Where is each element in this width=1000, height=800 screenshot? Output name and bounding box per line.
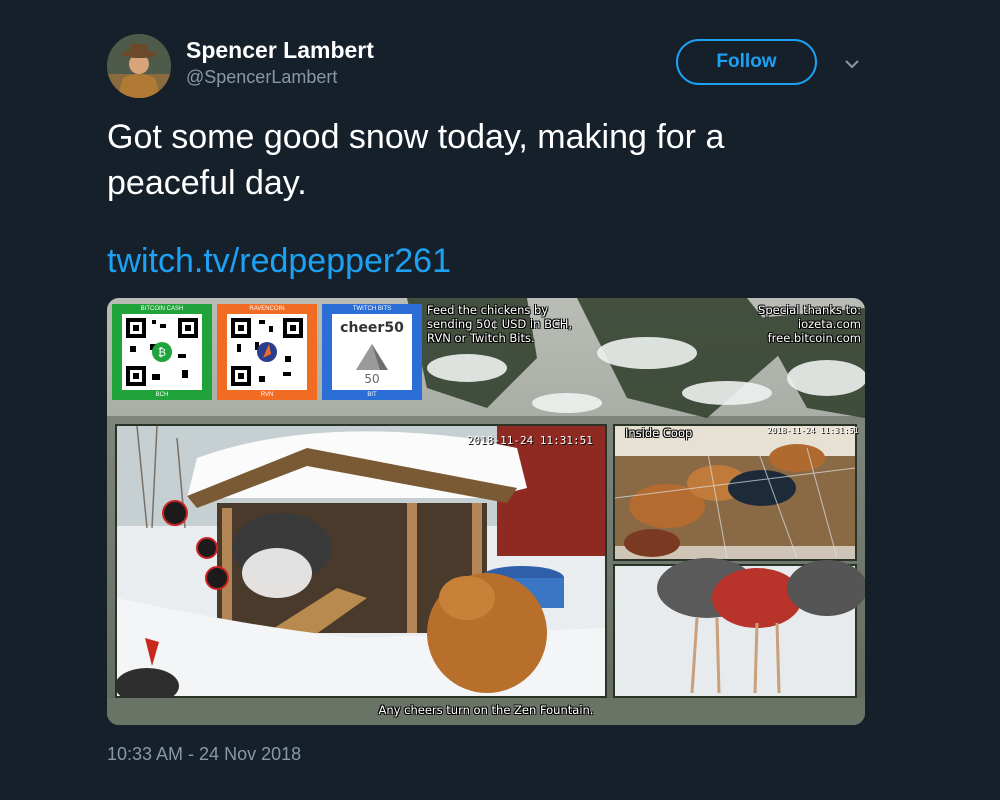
rvn-qr-card: RAVENCOIN RVN [217, 304, 317, 400]
qr-card-footer: RVN [260, 392, 274, 398]
author-handle[interactable]: @SpencerLambert [186, 67, 337, 88]
coop-cam-label: Inside Coop [625, 426, 693, 440]
tweet-media[interactable]: BITCOIN CASH ₿ BCH RAVENCOIN RVN TWITCH … [107, 298, 865, 725]
tweet-link[interactable]: twitch.tv/redpepper261 [107, 242, 451, 281]
avatar[interactable] [107, 34, 171, 98]
media-footer-text: Any cheers turn on the Zen Fountain. [378, 703, 594, 717]
thanks-line: iozeta.com [797, 317, 861, 331]
bits-amount: 50 [364, 372, 380, 386]
twitch-bits-card: TWITCH BITS cheer50 50 BIT [322, 304, 422, 400]
bch-qr-card: BITCOIN CASH ₿ BCH [112, 304, 212, 400]
qr-card-header: BITCOIN CASH [140, 306, 184, 312]
follow-button[interactable]: Follow [676, 39, 817, 85]
thanks-line: free.bitcoin.com [767, 331, 861, 345]
svg-text:₿: ₿ [158, 346, 166, 359]
main-cam-timestamp: 2018-11-24 11:31:51 [467, 434, 593, 447]
qr-card-footer: BIT [367, 392, 377, 398]
bits-badge: cheer50 50 [332, 314, 412, 390]
thanks-line: Special thanks to: [758, 303, 861, 317]
tweet-timestamp[interactable]: 10:33 AM - 24 Nov 2018 [107, 744, 301, 765]
feed-text: Feed the chickens by sending 50¢ USD in … [427, 303, 573, 345]
qr-code-icon [227, 314, 307, 390]
chevron-down-icon[interactable] [840, 52, 864, 76]
qr-card-header: RAVENCOIN [249, 306, 285, 312]
author-name[interactable]: Spencer Lambert [186, 37, 374, 64]
tweet-text: Got some good snow today, making for a p… [107, 118, 725, 202]
coop-cam-timestamp: 2018-11-24 11:31:51 [767, 426, 859, 435]
qr-card-footer: BCH [155, 392, 169, 398]
qr-card-header: TWITCH BITS [352, 306, 392, 312]
avatar-image [107, 34, 171, 98]
thanks-text: Special thanks to: iozeta.com free.bitco… [758, 303, 861, 345]
qr-code-icon: ₿ [122, 314, 202, 390]
